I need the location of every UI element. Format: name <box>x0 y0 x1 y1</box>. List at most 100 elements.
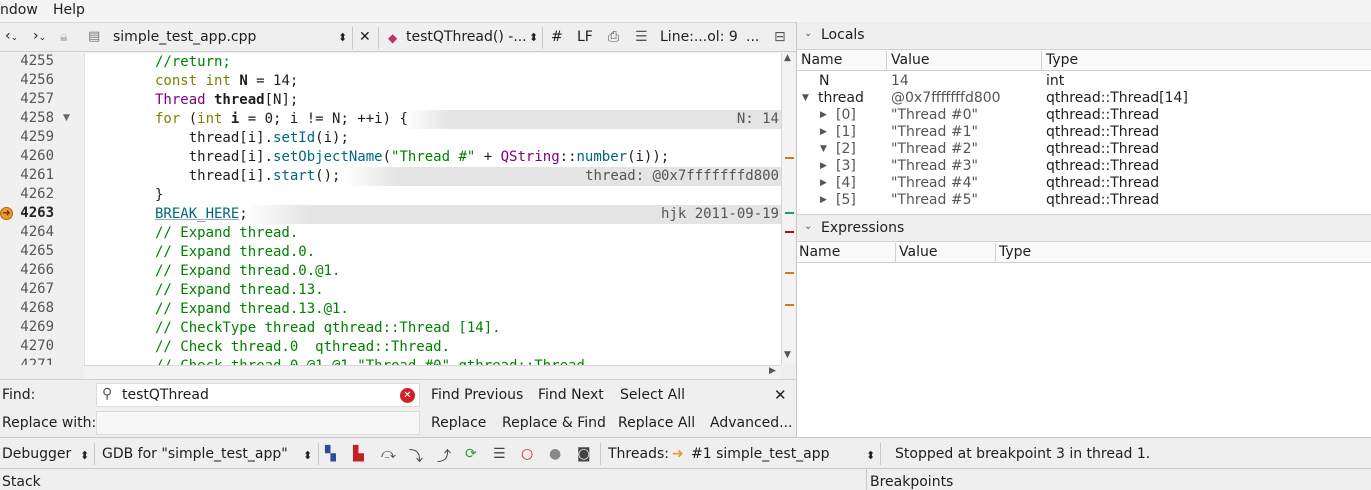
code-line: thread[i].setObjectName("Thread #" + QSt… <box>155 149 670 165</box>
step-into-icon[interactable]: ⤵ <box>409 446 423 466</box>
menu-help[interactable]: Help <box>53 2 85 18</box>
debugger-mode-select[interactable]: Debugger <box>2 446 71 462</box>
stack-title[interactable]: Stack <box>2 474 41 490</box>
advanced-button[interactable]: Advanced... <box>710 415 793 431</box>
expand-arrow-icon: ▼ <box>802 93 809 103</box>
find-input[interactable]: ⚲ testQThread ✕ <box>96 383 420 407</box>
collapse-icon[interactable]: ⌄ <box>804 28 812 39</box>
cursor-position[interactable]: Line:...ol: 9 <box>660 29 738 45</box>
document-icon[interactable]: ☰ <box>635 29 648 45</box>
step-over-icon[interactable]: ⤼ <box>381 446 396 462</box>
fold-arrow-icon[interactable]: ▼ <box>63 113 70 123</box>
column-value[interactable]: Value <box>891 52 929 68</box>
replace-input[interactable] <box>96 411 420 435</box>
locals-row[interactable]: ▼ thread @0x7fffffffd800 qthread::Thread… <box>797 90 1371 107</box>
column-type[interactable]: Type <box>1046 52 1078 68</box>
locals-row[interactable]: ▶ [0] "Thread #0" qthread::Thread <box>797 107 1371 124</box>
file-name-select[interactable]: simple_test_app.cpp <box>113 29 256 45</box>
horizontal-scrollbar[interactable]: ▶ <box>84 365 781 379</box>
step-out-icon[interactable]: ⤴ <box>437 446 451 466</box>
hash-indicator[interactable]: # <box>551 29 563 45</box>
locals-row[interactable]: ▼ [2] "Thread #2" qthread::Thread <box>797 141 1371 158</box>
locals-tree[interactable]: N 14 int ▼ thread @0x7fffffffd800 qthrea… <box>797 72 1371 212</box>
line-number: 4266 <box>20 262 54 278</box>
code-line: // Expand thread. <box>155 225 299 241</box>
blame-annotation: hjk 2011-09-19 <box>660 206 779 222</box>
line-number: 4270 <box>20 338 54 354</box>
file-select-arrows-icon[interactable]: ⬍ <box>338 31 347 44</box>
column-name[interactable]: Name <box>801 52 842 68</box>
expand-arrow-icon: ▶ <box>820 127 827 137</box>
more-options[interactable]: ... <box>746 29 759 45</box>
line-number: 4256 <box>20 72 54 88</box>
screenshot-icon[interactable]: ◙ <box>577 446 591 462</box>
close-file-icon[interactable]: ✕ <box>359 29 371 45</box>
nav-forward-icon[interactable]: ›⌄ <box>33 28 46 44</box>
nav-back-icon[interactable]: ‹⌄ <box>5 28 18 44</box>
expand-arrow-icon: ▶ <box>820 110 827 120</box>
scroll-up-icon[interactable]: ▲ <box>784 53 791 63</box>
expand-arrow-icon: ▼ <box>820 144 827 154</box>
column-value[interactable]: Value <box>899 244 937 260</box>
encoding-icon[interactable]: ⎙ <box>608 29 619 45</box>
code-line: thread[i].setId(i); <box>155 130 349 146</box>
breakpoint-icon[interactable]: ● <box>549 446 561 462</box>
menu-window[interactable]: ndow <box>0 2 38 18</box>
inline-value-annotation: thread: @0x7fffffffd800 <box>585 168 779 184</box>
function-select[interactable]: testQThread() -... <box>406 29 527 45</box>
stop-debugger-icon[interactable]: ▙ <box>353 446 364 462</box>
restart-icon[interactable]: ⟳ <box>465 446 477 462</box>
scroll-right-icon[interactable]: ▶ <box>769 366 776 376</box>
expand-arrow-icon: ▶ <box>820 161 827 171</box>
find-next-button[interactable]: Find Next <box>538 387 604 403</box>
code-line: Thread thread[N]; <box>155 92 299 108</box>
expressions-header[interactable]: ⌄ Expressions <box>797 214 1371 242</box>
inline-value-annotation: N: 14 <box>736 111 779 127</box>
function-select-arrows-icon[interactable]: ⬍ <box>529 31 538 44</box>
replace-find-button[interactable]: Replace & Find <box>502 415 606 431</box>
vertical-scrollbar[interactable]: ▲ ▼ <box>781 53 795 365</box>
thread-select[interactable]: #1 simple_test_app <box>691 446 830 462</box>
locals-column-header: Name Value Type <box>797 51 1371 71</box>
clear-icon[interactable]: ✕ <box>400 388 415 403</box>
collapse-icon[interactable]: ⌄ <box>804 221 812 232</box>
line-number: 4258 <box>20 110 54 126</box>
lock-icon: 🔒︎ <box>60 29 68 45</box>
locals-row[interactable]: N 14 int <box>797 73 1371 90</box>
column-type[interactable]: Type <box>999 244 1031 260</box>
column-name[interactable]: Name <box>799 244 840 260</box>
locals-row[interactable]: ▶ [5] "Thread #5" qthread::Thread <box>797 192 1371 209</box>
line-number-gutter[interactable]: 4255 4256 4257 4258 4259 4260 4261 4262 … <box>0 53 84 365</box>
breakpoint-arrow-icon[interactable]: ➜ <box>0 207 13 220</box>
search-icon[interactable]: ⚲ <box>102 386 112 402</box>
close-find-icon[interactable]: ✕ <box>774 386 787 404</box>
record-icon[interactable]: ○ <box>521 446 533 462</box>
find-previous-button[interactable]: Find Previous <box>431 387 523 403</box>
debugger-engine-select[interactable]: GDB for "simple_test_app" <box>102 446 288 462</box>
select-all-button[interactable]: Select All <box>620 387 685 403</box>
operate-by-instruction-icon[interactable]: ☰ <box>493 446 506 462</box>
code-editor[interactable]: //return; const int N = 14; Thread threa… <box>84 53 781 365</box>
replace-button[interactable]: Replace <box>431 415 486 431</box>
debug-views-pane: ⌄ Locals Name Value Type N 14 int ▼ thre… <box>796 22 1371 437</box>
replace-all-button[interactable]: Replace All <box>618 415 695 431</box>
threads-label: Threads: <box>608 446 669 462</box>
locals-header[interactable]: ⌄ Locals <box>797 22 1371 50</box>
code-line: // Check thread.0.@1.@1 "Thread #0" qthr… <box>155 357 593 365</box>
current-thread-arrow-icon: ➜ <box>672 446 684 462</box>
split-icon[interactable]: ⊟ <box>774 29 786 45</box>
locals-row[interactable]: ▶ [3] "Thread #3" qthread::Thread <box>797 158 1371 175</box>
select-arrows-icon[interactable]: ⬍ <box>866 449 875 462</box>
breakpoints-title[interactable]: Breakpoints <box>870 474 953 490</box>
locals-row[interactable]: ▶ [1] "Thread #1" qthread::Thread <box>797 124 1371 141</box>
continue-icon[interactable]: ▚ <box>325 446 336 462</box>
select-arrows-icon[interactable]: ⬍ <box>80 449 89 462</box>
line-number: 4265 <box>20 243 54 259</box>
locals-row[interactable]: ▶ [4] "Thread #4" qthread::Thread <box>797 175 1371 192</box>
line-ending[interactable]: LF <box>577 29 593 45</box>
select-arrows-icon[interactable]: ⬍ <box>303 449 312 462</box>
menu-bar: ndow Help <box>0 0 1371 22</box>
line-number: 4260 <box>20 148 54 164</box>
locals-title: Locals <box>821 27 865 43</box>
scroll-down-icon[interactable]: ▼ <box>784 350 791 360</box>
